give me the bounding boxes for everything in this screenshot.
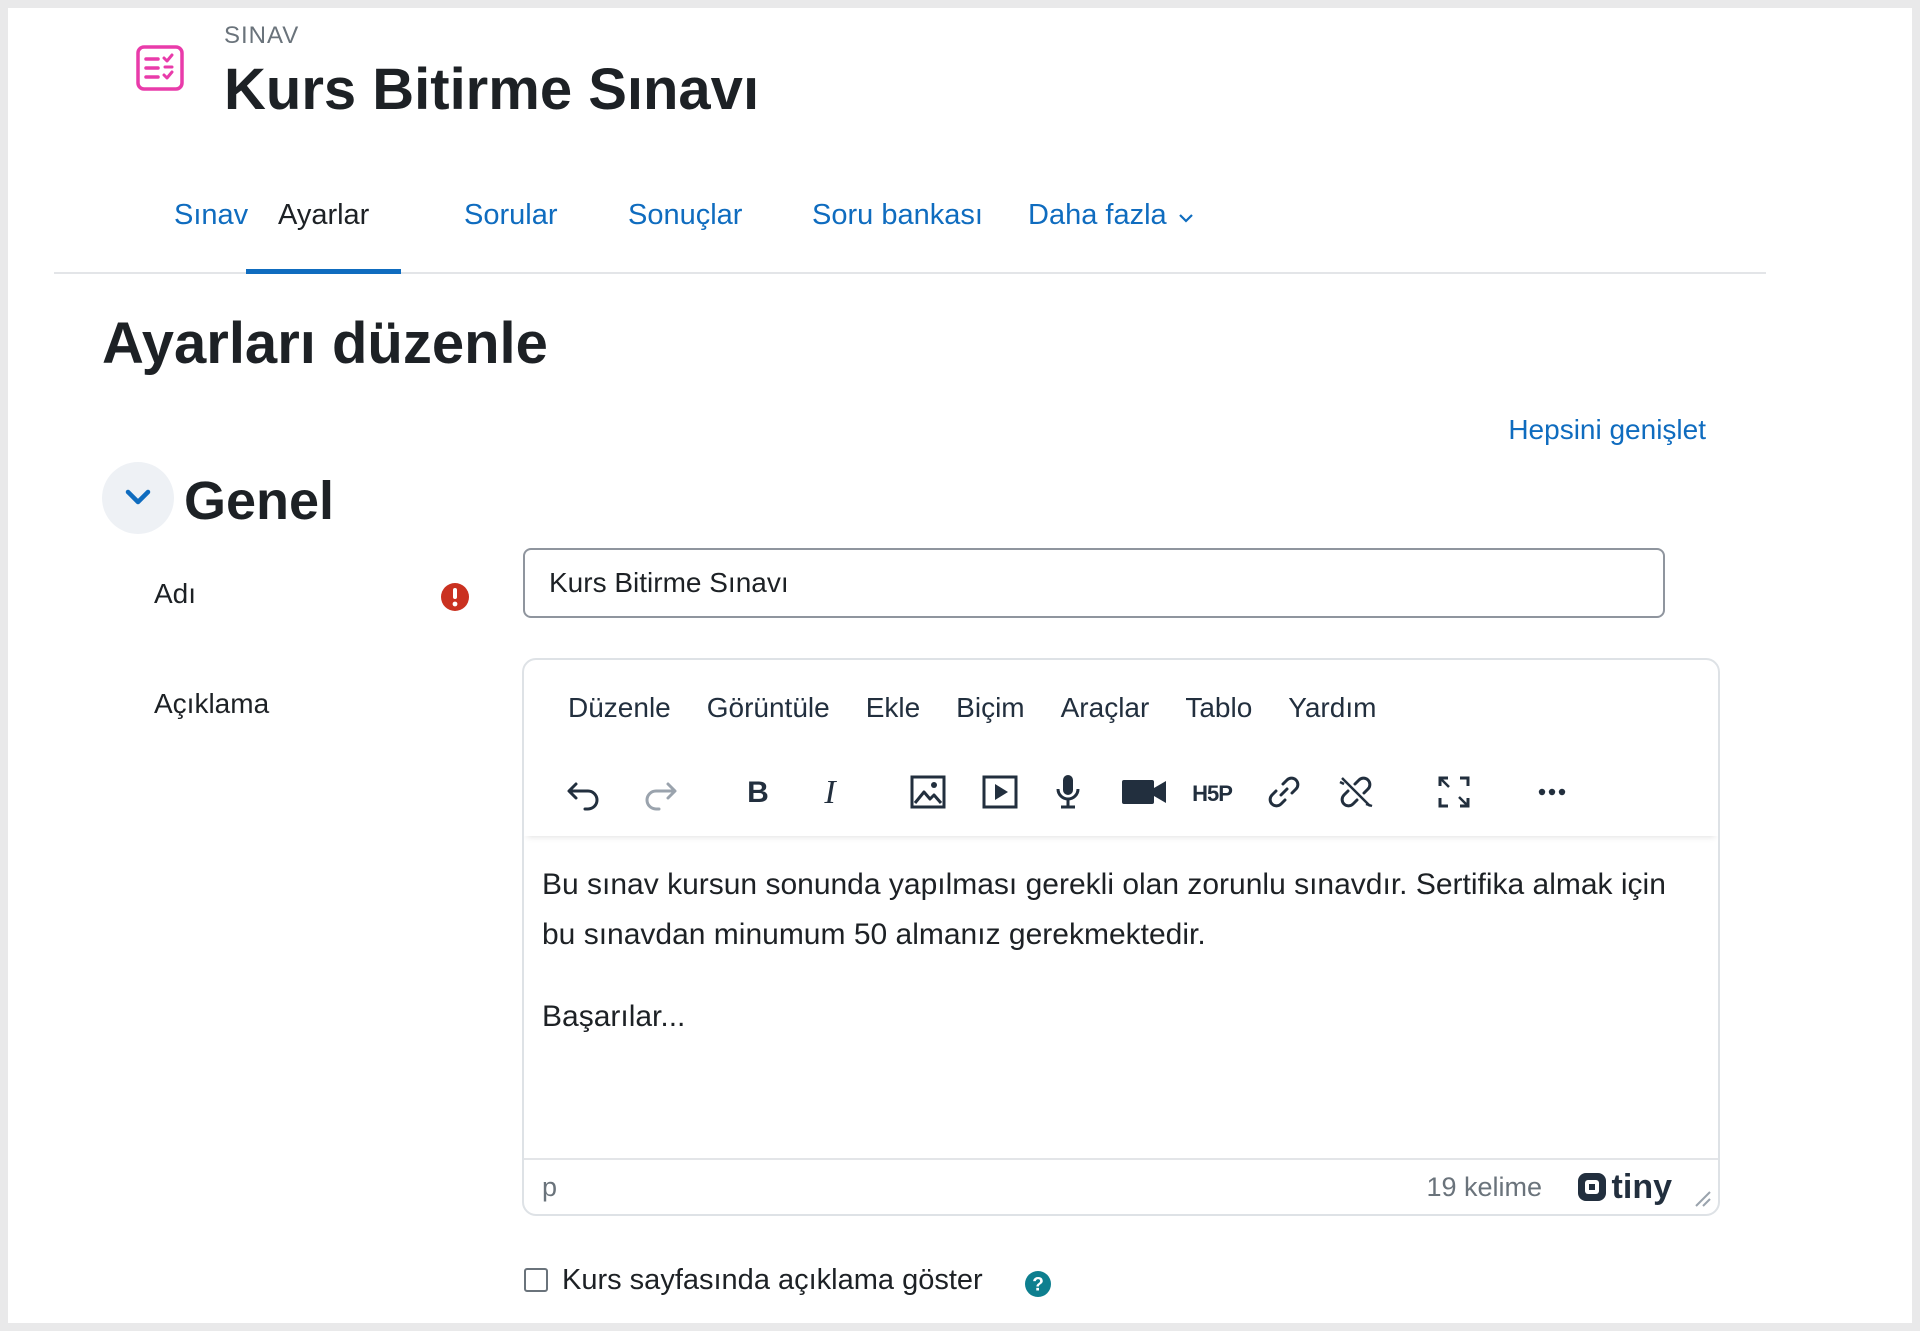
page-heading: Ayarları düzenle — [102, 311, 548, 376]
menu-view[interactable]: Görüntüle — [685, 684, 844, 732]
quiz-icon — [132, 40, 188, 96]
menu-help[interactable]: Yardım — [1266, 684, 1390, 732]
svg-text:I: I — [823, 774, 837, 811]
menu-tools[interactable]: Araçlar — [1039, 684, 1164, 732]
tab-label: Ayarlar — [278, 198, 370, 231]
editor-paragraph: Başarılar... — [542, 1000, 686, 1033]
video-record-icon[interactable] — [1114, 766, 1174, 818]
tab-more[interactable]: Daha fazla — [996, 158, 1227, 272]
tab-settings[interactable]: Ayarlar — [246, 158, 402, 274]
resize-handle-icon[interactable] — [1692, 1188, 1712, 1208]
element-path[interactable]: p — [542, 1172, 557, 1203]
activity-type-label: SINAV — [224, 22, 300, 49]
editor-statusbar: p 19 kelime tiny — [524, 1158, 1718, 1214]
tab-results[interactable]: Sonuçlar — [596, 158, 774, 272]
tab-label: Sorular — [464, 198, 558, 231]
fullscreen-icon[interactable] — [1428, 766, 1480, 818]
tab-label: Soru bankası — [812, 198, 983, 231]
h5p-icon[interactable]: H5P — [1186, 766, 1238, 818]
svg-text:B: B — [747, 776, 769, 809]
menu-insert[interactable]: Ekle — [844, 684, 934, 732]
name-label: Adı — [154, 578, 197, 609]
tiny-logo[interactable]: tiny — [1576, 1168, 1672, 1207]
section-collapse-button[interactable] — [102, 462, 174, 534]
unlink-icon[interactable] — [1330, 766, 1382, 818]
page-frame: SINAV Kurs Bitirme Sınavı Sınav Ayarlar … — [8, 8, 1912, 1323]
editor-toolbar: B I H5P — [524, 752, 1718, 836]
required-icon — [441, 583, 469, 611]
chevron-down-icon — [1177, 199, 1195, 232]
show-description-label: Kurs sayfasında açıklama göster — [562, 1264, 983, 1296]
chevron-down-icon — [125, 489, 151, 505]
tab-label: Daha fazla — [1028, 198, 1167, 231]
tab-label: Sonuçlar — [628, 198, 743, 231]
svg-text:H5P: H5P — [1192, 781, 1232, 806]
link-icon[interactable] — [1258, 766, 1310, 818]
svg-text:?: ? — [1032, 1275, 1044, 1296]
italic-icon[interactable]: I — [804, 766, 856, 818]
tab-label: Sınav — [174, 198, 249, 231]
image-icon[interactable] — [902, 766, 954, 818]
description-label: Açıklama — [154, 688, 270, 719]
editor-content-area[interactable]: Bu sınav kursun sonunda yapılması gerekl… — [542, 860, 1700, 1074]
word-count[interactable]: 19 kelime — [1426, 1172, 1542, 1203]
audio-record-icon[interactable] — [1042, 766, 1094, 818]
section-title: Genel — [184, 471, 335, 531]
name-input[interactable] — [523, 548, 1665, 618]
help-icon[interactable]: ? — [1024, 1270, 1052, 1298]
editor-menubar: Düzenle Görüntüle Ekle Biçim Araçlar Tab… — [546, 684, 1390, 732]
show-description-checkbox[interactable] — [524, 1268, 548, 1292]
tiny-icon — [1577, 1173, 1606, 1201]
menu-table[interactable]: Tablo — [1163, 684, 1266, 732]
more-icon[interactable] — [1526, 766, 1578, 818]
expand-all-link[interactable]: Hepsini genişlet — [1508, 414, 1706, 446]
tab-questions[interactable]: Sorular — [432, 158, 590, 272]
editor-paragraph: Bu sınav kursun sonunda yapılması gerekl… — [542, 868, 1666, 951]
tiny-brand-text: tiny — [1611, 1167, 1672, 1206]
undo-icon[interactable] — [558, 766, 610, 818]
menu-edit[interactable]: Düzenle — [546, 684, 685, 732]
menu-format[interactable]: Biçim — [934, 684, 1038, 732]
media-icon[interactable] — [974, 766, 1026, 818]
redo-icon[interactable] — [634, 766, 686, 818]
bold-icon[interactable]: B — [732, 766, 784, 818]
page-title: Kurs Bitirme Sınavı — [224, 57, 760, 122]
secondary-navigation: Sınav Ayarlar Sorular Sonuçlar Soru bank… — [54, 158, 1766, 274]
rich-text-editor: Düzenle Görüntüle Ekle Biçim Araçlar Tab… — [522, 658, 1720, 1216]
tab-question-bank[interactable]: Soru bankası — [780, 158, 1015, 272]
